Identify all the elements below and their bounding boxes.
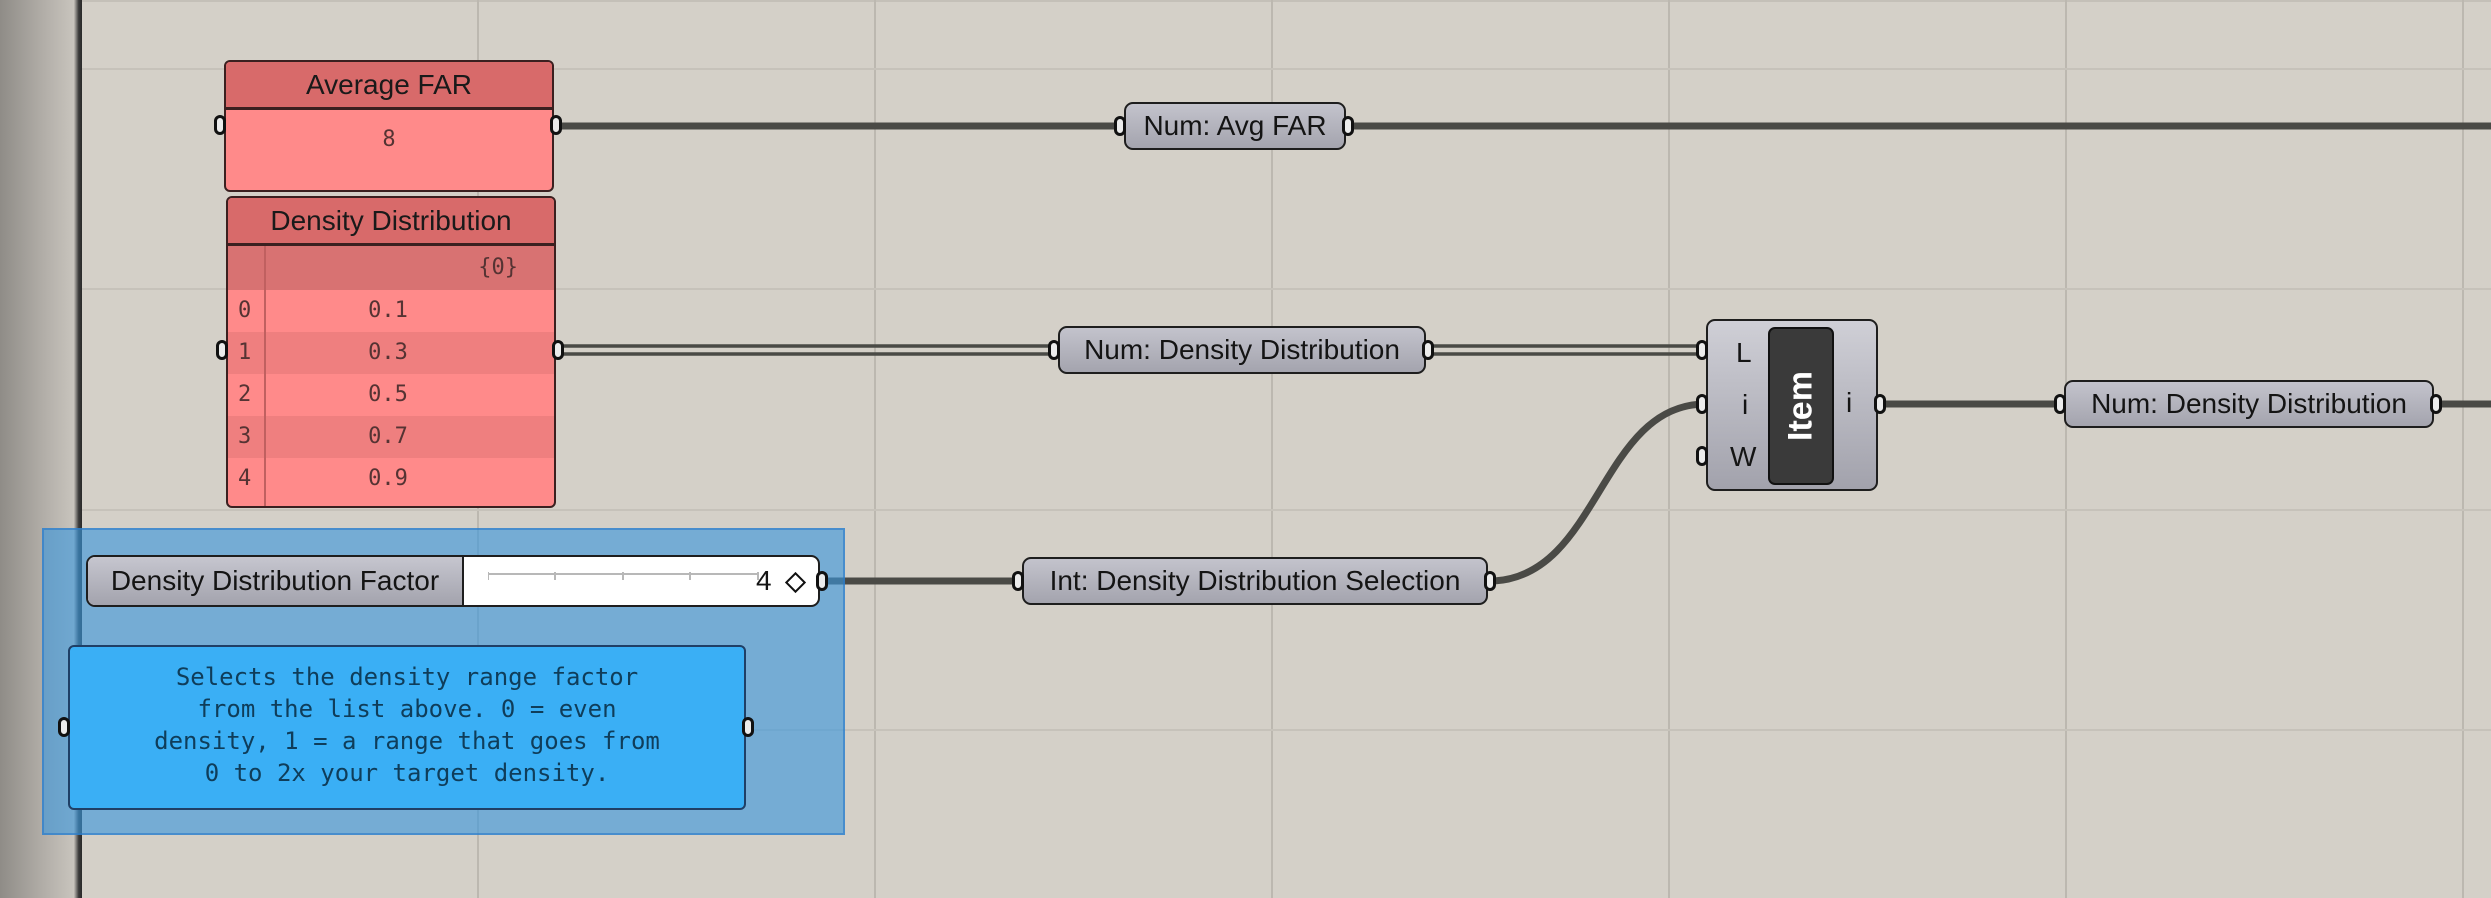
note-output-port[interactable] bbox=[742, 717, 754, 737]
item-input-port-l[interactable] bbox=[1696, 340, 1708, 360]
param-input-port[interactable] bbox=[1048, 340, 1060, 360]
param-input-port[interactable] bbox=[1114, 116, 1126, 136]
panel-average-far[interactable]: Average FAR 8 bbox=[224, 60, 554, 192]
item-input-port-i[interactable] bbox=[1696, 394, 1708, 414]
panel-density-distribution[interactable]: Density Distribution {0} 0 0.1 1 0.3 2 0… bbox=[226, 196, 556, 508]
list-item: 2 0.5 bbox=[228, 374, 554, 416]
param-density-selection[interactable]: Int: Density Distribution Selection bbox=[1022, 557, 1488, 605]
list-index: 0 bbox=[238, 298, 252, 323]
list-index: 4 bbox=[238, 466, 252, 491]
list-path-header: {0} bbox=[228, 246, 554, 290]
param-output-port[interactable] bbox=[1342, 116, 1354, 136]
panel-output-port[interactable] bbox=[552, 340, 564, 360]
list-index: 2 bbox=[238, 382, 252, 407]
panel-title: Density Distribution bbox=[228, 198, 554, 246]
wire-selection-to-item bbox=[1493, 400, 1707, 585]
output-label-item: i bbox=[1846, 387, 1853, 418]
panel-input-port[interactable] bbox=[216, 340, 228, 360]
input-label-wrap: W bbox=[1730, 441, 1757, 472]
list-index: 3 bbox=[238, 424, 252, 449]
param-avg-far[interactable]: Num: Avg FAR bbox=[1124, 102, 1346, 150]
list-item-component[interactable]: L i W Item i bbox=[1706, 319, 1878, 491]
input-label-list: L bbox=[1736, 337, 1752, 368]
list-item: 0 0.1 bbox=[228, 290, 554, 332]
input-label-index: i bbox=[1742, 389, 1749, 420]
component-label: Item bbox=[1781, 371, 1820, 441]
param-input-port[interactable] bbox=[2054, 394, 2066, 414]
component-core[interactable]: Item bbox=[1768, 327, 1834, 485]
item-input-port-w[interactable] bbox=[1696, 446, 1708, 466]
param-density-distribution-out[interactable]: Num: Density Distribution bbox=[2064, 380, 2434, 428]
param-input-port[interactable] bbox=[1012, 571, 1024, 591]
panel-input-port[interactable] bbox=[214, 115, 226, 135]
list-value: 0.3 bbox=[368, 340, 408, 365]
panel-title: Average FAR bbox=[226, 62, 552, 110]
item-output-port[interactable] bbox=[1874, 394, 1886, 414]
slider-output-port[interactable] bbox=[816, 571, 828, 591]
slider-name: Density Distribution Factor bbox=[88, 557, 464, 605]
panel-output-port[interactable] bbox=[550, 115, 562, 135]
list-divider bbox=[264, 246, 266, 506]
list-item: 3 0.7 bbox=[228, 416, 554, 458]
list-value: 0.5 bbox=[368, 382, 408, 407]
list-value: 0.7 bbox=[368, 424, 408, 449]
list-item: 1 0.3 bbox=[228, 332, 554, 374]
note-panel[interactable]: Selects the density range factor from th… bbox=[68, 645, 746, 810]
param-output-port[interactable] bbox=[1422, 340, 1434, 360]
param-output-port[interactable] bbox=[2430, 394, 2442, 414]
list-index: 1 bbox=[238, 340, 252, 365]
list-item: 4 0.9 bbox=[228, 458, 554, 500]
panel-value: 8 bbox=[382, 127, 396, 152]
list-value: 0.1 bbox=[368, 298, 408, 323]
slider-density-distribution-factor[interactable]: Density Distribution Factor 4 bbox=[86, 555, 820, 607]
slider-value: 4 bbox=[756, 565, 772, 596]
list-path: {0} bbox=[478, 255, 518, 280]
param-output-port[interactable] bbox=[1484, 571, 1496, 591]
note-input-port[interactable] bbox=[58, 717, 70, 737]
list-value: 0.9 bbox=[368, 466, 408, 491]
param-density-distribution[interactable]: Num: Density Distribution bbox=[1058, 326, 1426, 374]
